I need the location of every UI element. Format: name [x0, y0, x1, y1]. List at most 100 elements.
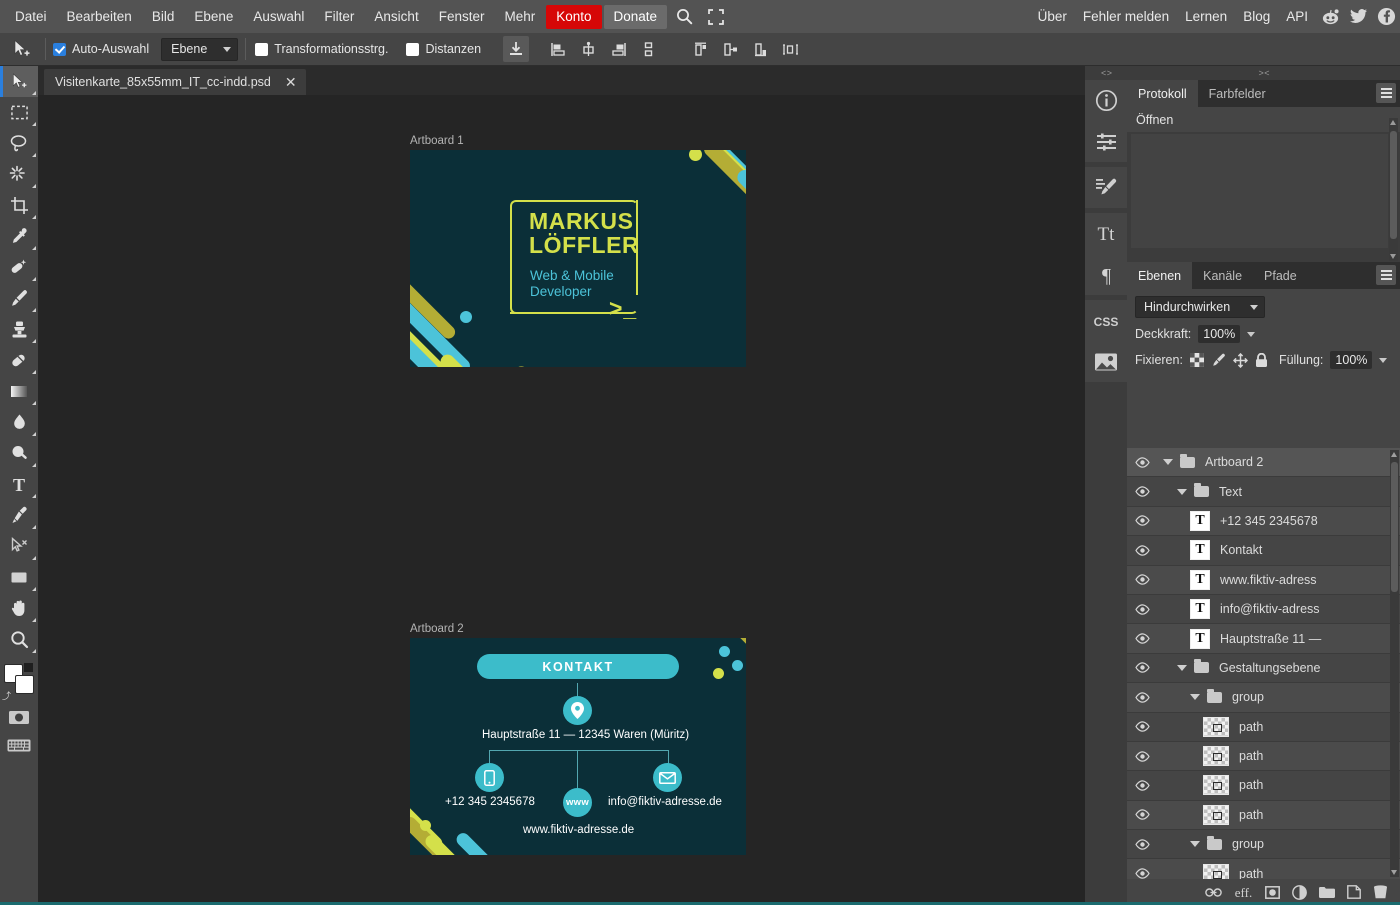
character-panel-icon[interactable]: Tt	[1085, 213, 1127, 254]
paragraph-panel-icon[interactable]: ¶	[1085, 254, 1127, 295]
scroll-up-arrow-icon[interactable]	[1391, 452, 1397, 457]
menu-filter[interactable]: Filter	[315, 5, 363, 29]
collapse-icon[interactable]: > <	[1127, 66, 1400, 80]
tab-pfade[interactable]: Pfade	[1253, 262, 1308, 289]
eyedropper-tool[interactable]	[0, 221, 38, 252]
blur-tool[interactable]	[0, 407, 38, 438]
layer-visibility-eye-icon[interactable]	[1127, 721, 1157, 732]
close-icon[interactable]: ✕	[285, 75, 297, 89]
distances-checkbox[interactable]: Distanzen	[406, 42, 481, 56]
layer-visibility-eye-icon[interactable]	[1127, 545, 1157, 556]
layer-row[interactable]: Twww.fiktiv-adress	[1127, 565, 1400, 595]
donate-button[interactable]: Donate	[603, 4, 668, 29]
tab-kanaele[interactable]: Kanäle	[1192, 262, 1253, 289]
align-right-icon[interactable]	[605, 36, 631, 62]
layer-visibility-eye-icon[interactable]	[1127, 603, 1157, 615]
layer-row[interactable]: path	[1127, 859, 1400, 879]
blend-mode-select[interactable]: Hindurchwirken	[1135, 296, 1265, 318]
twitter-icon[interactable]	[1344, 5, 1372, 29]
menu-ueber[interactable]: Über	[1030, 5, 1075, 28]
menu-fehler-melden[interactable]: Fehler melden	[1075, 5, 1177, 28]
new-group-icon[interactable]	[1319, 886, 1335, 899]
transform-controls-checkbox[interactable]: Transformationsstrg.	[255, 42, 388, 56]
pen-tool[interactable]	[0, 500, 38, 531]
layer-visibility-eye-icon[interactable]	[1127, 780, 1157, 791]
auto-select-checkbox-box[interactable]	[53, 42, 66, 56]
layer-row[interactable]: path	[1127, 741, 1400, 772]
lock-position-icon[interactable]	[1232, 352, 1248, 368]
delete-layer-icon[interactable]	[1373, 885, 1388, 899]
layer-row[interactable]: path	[1127, 771, 1400, 801]
menu-ansicht[interactable]: Ansicht	[365, 5, 427, 29]
fill-value[interactable]: 100%	[1330, 351, 1373, 369]
shape-tool[interactable]	[0, 562, 38, 593]
background-color-swatch[interactable]	[15, 675, 34, 694]
lasso-tool[interactable]	[0, 128, 38, 159]
layers-scrollbar-thumb[interactable]	[1391, 462, 1398, 592]
align-distribute-icon[interactable]	[503, 36, 530, 62]
quick-mask-icon[interactable]	[0, 703, 38, 731]
hand-tool[interactable]	[0, 593, 38, 624]
disclosure-triangle-icon[interactable]	[1177, 488, 1187, 495]
search-icon[interactable]	[671, 6, 697, 28]
foreground-background-color-swatches[interactable]: ⤴	[0, 661, 38, 703]
clone-stamp-tool[interactable]	[0, 314, 38, 345]
canvas-area[interactable]: Artboard 1 MARKUS LÖFFLER Web & Mobile D…	[38, 95, 1085, 881]
panel-menu-icon[interactable]	[1376, 83, 1396, 103]
crop-tool[interactable]	[0, 190, 38, 221]
move-tool[interactable]	[0, 66, 38, 97]
default-colors-icon[interactable]	[24, 663, 33, 672]
history-list[interactable]	[1127, 132, 1400, 250]
fill-dropdown-icon[interactable]	[1379, 357, 1388, 363]
facebook-icon[interactable]	[1372, 5, 1400, 29]
disclosure-triangle-icon[interactable]	[1163, 459, 1173, 466]
adjustment-layer-icon[interactable]	[1292, 884, 1307, 900]
layer-row[interactable]: T +12 345 2345678	[1127, 506, 1400, 537]
scroll-down-arrow-icon[interactable]	[1390, 254, 1396, 259]
collapse-panels-icon[interactable]: < >	[1085, 66, 1127, 80]
layer-visibility-eye-icon[interactable]	[1127, 692, 1157, 703]
dodge-tool[interactable]	[0, 438, 38, 469]
on-screen-keyboard-icon[interactable]	[0, 731, 38, 759]
tab-ebenen[interactable]: Ebenen	[1127, 262, 1193, 289]
image-panel-icon[interactable]	[1085, 341, 1127, 382]
artboard1-card[interactable]: MARKUS LÖFFLER Web & Mobile Developer >_	[410, 150, 746, 367]
layer-row[interactable]: T Kontakt	[1127, 536, 1400, 566]
history-scrollbar-thumb[interactable]	[1390, 131, 1397, 239]
layer-row[interactable]: path	[1127, 712, 1400, 742]
layer-row[interactable]: path	[1127, 800, 1400, 831]
lock-pixels-icon[interactable]	[1211, 353, 1226, 368]
menu-mehr[interactable]: Mehr	[495, 5, 544, 29]
history-entry-oeffnen[interactable]: Öffnen	[1127, 107, 1400, 132]
align-vertical-icon[interactable]	[635, 36, 661, 62]
menu-bild[interactable]: Bild	[143, 5, 184, 29]
lock-all-icon[interactable]	[1255, 352, 1268, 368]
layer-visibility-eye-icon[interactable]	[1127, 662, 1157, 674]
magic-wand-tool[interactable]	[0, 159, 38, 190]
layer-row[interactable]: group	[1127, 830, 1400, 860]
zoom-tool[interactable]	[0, 624, 38, 655]
account-button[interactable]: Konto	[546, 4, 602, 29]
layer-visibility-eye-icon[interactable]	[1127, 633, 1157, 644]
scroll-up-arrow-icon[interactable]	[1390, 120, 1396, 125]
layer-row[interactable]: Gestaltungsebene	[1127, 653, 1400, 684]
layer-visibility-eye-icon[interactable]	[1127, 868, 1157, 879]
info-panel-icon[interactable]	[1085, 80, 1127, 121]
menu-api[interactable]: API	[1278, 5, 1316, 28]
adjustments-panel-icon[interactable]	[1085, 121, 1127, 162]
distribute-top-icon[interactable]	[687, 36, 713, 62]
transform-controls-checkbox-box[interactable]	[255, 42, 269, 56]
distribute-spacing-icon[interactable]	[777, 36, 803, 62]
layer-visibility-eye-icon[interactable]	[1127, 515, 1157, 527]
artboard2-card[interactable]: KONTAKT Hauptstraße 11 — 12345 Waren (Mü…	[410, 638, 746, 855]
tab-farbfelder[interactable]: Farbfelder	[1198, 80, 1277, 107]
layer-visibility-eye-icon[interactable]	[1127, 839, 1157, 850]
paintbrush-tool[interactable]	[0, 283, 38, 314]
tab-protokoll[interactable]: Protokoll	[1127, 80, 1198, 107]
healing-brush-tool[interactable]	[0, 252, 38, 283]
scope-select[interactable]: Ebene	[161, 37, 239, 61]
auto-select-checkbox[interactable]: Auto-Auswahl	[53, 42, 149, 56]
layer-row[interactable]: group	[1127, 683, 1400, 713]
css-panel-icon[interactable]: CSS	[1085, 300, 1127, 341]
reddit-icon[interactable]	[1316, 5, 1344, 29]
